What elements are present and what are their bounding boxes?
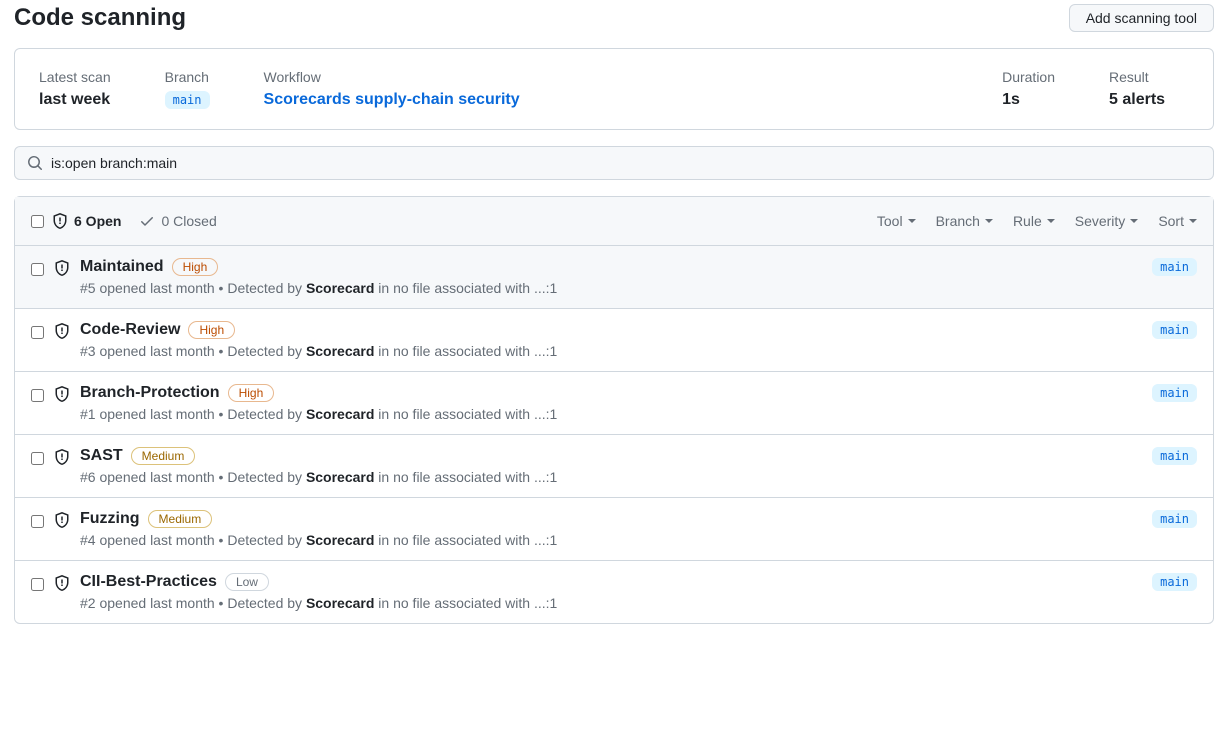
open-count[interactable]: 6 Open — [52, 213, 121, 229]
alert-title[interactable]: SAST — [80, 447, 123, 465]
filter-rule[interactable]: Rule — [1013, 213, 1055, 229]
branch-label: Branch — [165, 69, 210, 85]
shield-alert-icon — [54, 512, 70, 548]
branch-chip[interactable]: main — [1152, 573, 1197, 591]
branch-chip[interactable]: main — [1152, 447, 1197, 465]
add-scanning-tool-button[interactable]: Add scanning tool — [1069, 4, 1214, 32]
alert-subtitle: #1 opened last month • Detected by Score… — [80, 406, 1152, 422]
severity-badge: High — [188, 321, 235, 339]
alert-title[interactable]: Code-Review — [80, 321, 180, 339]
alert-checkbox[interactable] — [31, 578, 44, 591]
caret-down-icon — [1130, 219, 1138, 223]
scan-summary: Latest scan last week Branch main Workfl… — [14, 48, 1214, 130]
severity-badge: Low — [225, 573, 269, 591]
filter-branch[interactable]: Branch — [936, 213, 993, 229]
check-icon — [139, 213, 155, 229]
branch-chip[interactable]: main — [1152, 321, 1197, 339]
search-bar[interactable] — [14, 146, 1214, 180]
alerts-list: 6 Open 0 Closed Tool Branch Rule Severit… — [14, 196, 1214, 624]
alert-subtitle: #5 opened last month • Detected by Score… — [80, 280, 1152, 296]
latest-scan-value: last week — [39, 91, 111, 109]
alert-row[interactable]: Fuzzing Medium #4 opened last month • Dete… — [15, 498, 1213, 561]
duration-value: 1s — [1002, 91, 1055, 109]
filter-sort[interactable]: Sort — [1158, 213, 1197, 229]
alert-title[interactable]: CII-Best-Practices — [80, 573, 217, 591]
shield-alert-icon — [54, 449, 70, 485]
branch-chip[interactable]: main — [1152, 510, 1197, 528]
alert-title[interactable]: Maintained — [80, 258, 164, 276]
alert-subtitle: #3 opened last month • Detected by Score… — [80, 343, 1152, 359]
shield-alert-icon — [54, 260, 70, 296]
severity-badge: Medium — [131, 447, 196, 465]
alert-row[interactable]: Branch-Protection High #1 opened last mont… — [15, 372, 1213, 435]
branch-chip[interactable]: main — [1152, 258, 1197, 276]
caret-down-icon — [1047, 219, 1055, 223]
caret-down-icon — [908, 219, 916, 223]
severity-badge: Medium — [148, 510, 213, 528]
filter-tool[interactable]: Tool — [877, 213, 916, 229]
search-icon — [27, 155, 43, 171]
latest-scan-label: Latest scan — [39, 69, 111, 85]
page-title: Code scanning — [14, 4, 186, 32]
shield-alert-icon — [54, 575, 70, 611]
result-label: Result — [1109, 69, 1189, 85]
workflow-label: Workflow — [264, 69, 949, 85]
select-all-checkbox[interactable] — [31, 215, 44, 228]
branch-chip[interactable]: main — [165, 91, 210, 109]
alert-row[interactable]: SAST Medium #6 opened last month • Detecte… — [15, 435, 1213, 498]
alert-checkbox[interactable] — [31, 326, 44, 339]
alert-row[interactable]: Maintained High #5 opened last month • Det… — [15, 246, 1213, 309]
closed-count[interactable]: 0 Closed — [139, 213, 216, 229]
alert-checkbox[interactable] — [31, 515, 44, 528]
alert-row[interactable]: CII-Best-Practices Low #2 opened last mont… — [15, 561, 1213, 623]
caret-down-icon — [1189, 219, 1197, 223]
severity-badge: High — [228, 384, 275, 402]
result-value: 5 alerts — [1109, 91, 1189, 109]
alert-subtitle: #6 opened last month • Detected by Score… — [80, 469, 1152, 485]
workflow-link[interactable]: Scorecards supply-chain security — [264, 91, 949, 109]
alert-subtitle: #4 opened last month • Detected by Score… — [80, 532, 1152, 548]
alert-checkbox[interactable] — [31, 452, 44, 465]
search-input[interactable] — [51, 155, 1201, 171]
filter-severity[interactable]: Severity — [1075, 213, 1139, 229]
alert-checkbox[interactable] — [31, 389, 44, 402]
severity-badge: High — [172, 258, 219, 276]
shield-alert-icon — [54, 386, 70, 422]
duration-label: Duration — [1002, 69, 1055, 85]
alert-row[interactable]: Code-Review High #3 opened last month • De… — [15, 309, 1213, 372]
alert-subtitle: #2 opened last month • Detected by Score… — [80, 595, 1152, 611]
alert-checkbox[interactable] — [31, 263, 44, 276]
shield-alert-icon — [54, 323, 70, 359]
caret-down-icon — [985, 219, 993, 223]
shield-alert-icon — [52, 213, 68, 229]
alert-title[interactable]: Branch-Protection — [80, 384, 220, 402]
branch-chip[interactable]: main — [1152, 384, 1197, 402]
alert-title[interactable]: Fuzzing — [80, 510, 140, 528]
